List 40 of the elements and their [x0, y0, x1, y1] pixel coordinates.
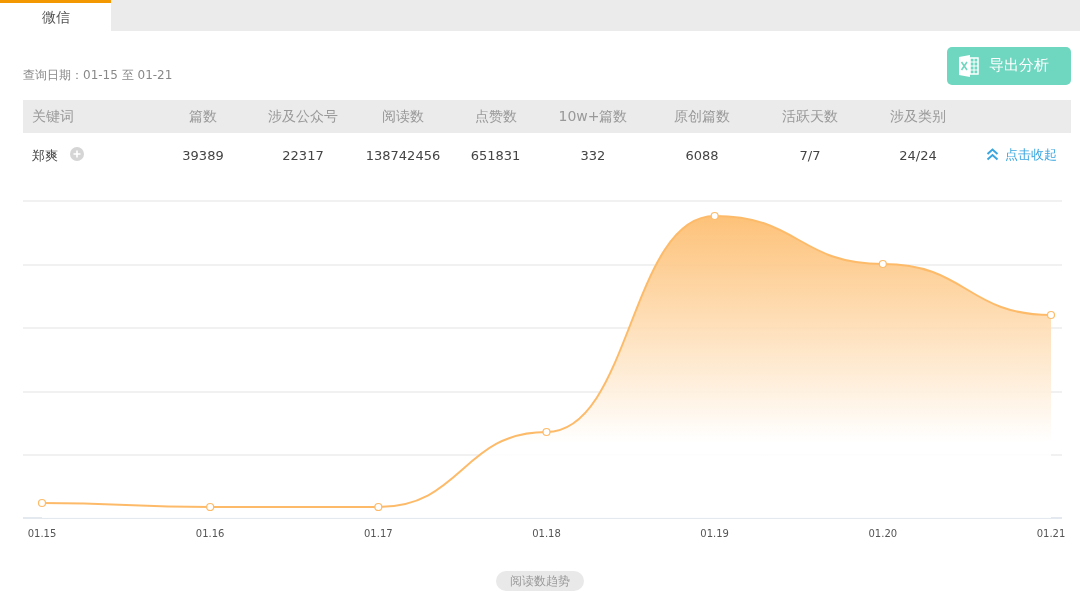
column-header: 阅读数 — [353, 100, 453, 133]
spreadsheet-icon — [957, 53, 979, 78]
table-cell: 22317 — [253, 133, 353, 178]
table-cell: 138742456 — [353, 133, 453, 178]
table-cell: 651831 — [453, 133, 538, 178]
axis-label: 01.15 — [27, 528, 57, 539]
axis-label: 01.18 — [532, 528, 561, 539]
double-chevron-up-icon — [986, 147, 999, 161]
data-point — [206, 502, 215, 512]
column-header: 篇数 — [153, 100, 253, 133]
column-header: 涉及公众号 — [253, 100, 353, 133]
table-cell: 7/7 — [756, 133, 864, 178]
column-header: 10w+篇数 — [538, 100, 648, 133]
axis-label: 01.19 — [700, 528, 729, 539]
table-cell: 39389 — [153, 133, 253, 178]
table-cell: 332 — [538, 133, 648, 178]
chart-legend[interactable]: 阅读数趋势 — [496, 571, 584, 591]
export-button[interactable]: 导出分析 — [947, 46, 1071, 85]
collapse-link[interactable]: 点击收起 — [986, 144, 1057, 165]
keyword: 郑爽 — [32, 147, 58, 163]
axis-label: 01.21 — [1036, 528, 1066, 539]
column-header: 关键词 — [23, 100, 153, 133]
data-point — [878, 259, 887, 269]
data-point — [374, 502, 383, 512]
column-header: 活跃天数 — [756, 100, 864, 133]
column-header: 原创篇数 — [648, 100, 756, 133]
plus-icon[interactable] — [70, 146, 85, 161]
table-cell: 24/24 — [864, 133, 972, 178]
column-header: 点赞数 — [453, 100, 538, 133]
tab[interactable]: 微信 — [0, 0, 111, 31]
axis-label: 01.16 — [195, 528, 225, 539]
query-date: 查询日期：01-15 至 01-21 — [23, 66, 173, 84]
axis-label: 01.20 — [868, 528, 898, 539]
table-cell: 6088 — [648, 133, 756, 178]
data-point — [37, 498, 47, 508]
axis-label: 01.17 — [364, 528, 393, 539]
data-point — [710, 211, 719, 221]
data-point — [1046, 310, 1056, 320]
data-point — [542, 427, 551, 437]
column-header: 涉及类别 — [864, 100, 972, 133]
